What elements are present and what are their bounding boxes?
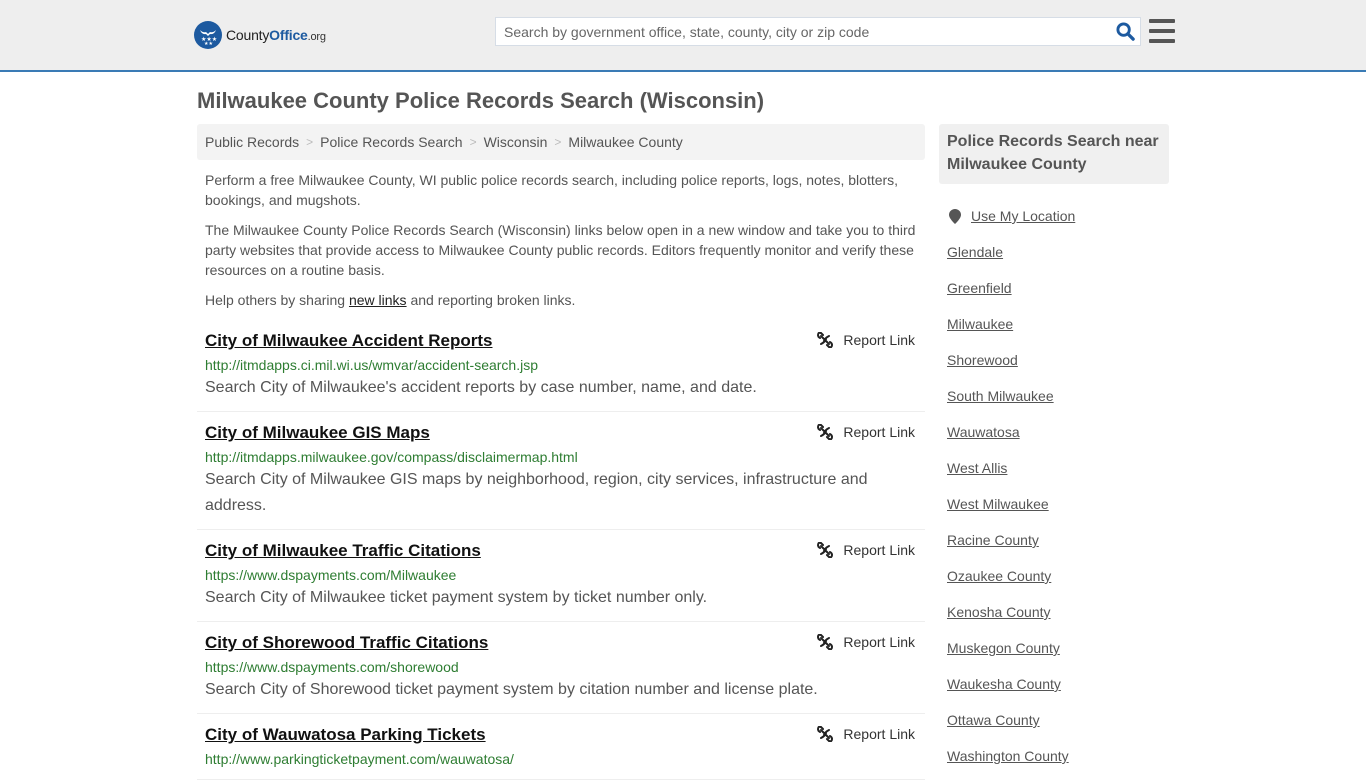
sidebar-item-glendale: Glendale [947, 234, 1169, 270]
result-item-city-of-milwaukee-gis-maps: City of Milwaukee GIS Maps Report Link htt… [197, 412, 925, 530]
result-url-link[interactable]: http://itmdapps.ci.mil.wi.us/wmvar/accid… [205, 355, 917, 375]
sidebar-link[interactable]: Washington County [947, 748, 1069, 764]
site-header: ★★★ ★★ CountyOffice.org [0, 0, 1366, 72]
result-item-city-of-milwaukee-accident-reports: City of Milwaukee Accident Reports Report… [197, 320, 925, 412]
hamburger-menu-icon-bar [1149, 39, 1175, 43]
sidebar-item-ottawa-county: Ottawa County [947, 702, 1169, 738]
sidebar-link[interactable]: Ozaukee County [947, 568, 1051, 584]
sidebar-link[interactable]: West Milwaukee [947, 496, 1049, 512]
broken-link-icon [817, 424, 834, 440]
sidebar: Police Records Search near Milwaukee Cou… [939, 124, 1169, 774]
sidebar-link[interactable]: Muskegon County [947, 640, 1060, 656]
sidebar-links: Use My Location Glendale Greenfield Milwau… [939, 198, 1169, 774]
intro-paragraph: Help others by sharing new links and rep… [205, 292, 576, 308]
sidebar-item-greenfield: Greenfield [947, 270, 1169, 306]
result-title-link[interactable]: City of Milwaukee GIS Maps [205, 422, 430, 443]
page-title: Milwaukee County Police Records Search (… [197, 88, 765, 113]
result-url-link[interactable]: https://www.dspayments.com/Milwaukee [205, 565, 917, 585]
sidebar-link[interactable]: South Milwaukee [947, 388, 1054, 404]
logo-text: CountyOffice.org [226, 27, 326, 43]
breadcrumb-item-milwaukee-county[interactable]: Milwaukee County [568, 134, 682, 150]
search-bar [495, 17, 1141, 46]
result-title-link[interactable]: City of Shorewood Traffic Citations [205, 632, 488, 653]
report-link-button[interactable]: Report Link [817, 726, 915, 742]
sidebar-link[interactable]: Glendale [947, 244, 1003, 260]
eagle-stars-logo-icon: ★★★ ★★ [194, 21, 222, 49]
breadcrumb-item-public-records[interactable]: Public Records [205, 134, 299, 150]
hamburger-menu-icon-bar [1149, 29, 1175, 33]
result-item-city-of-milwaukee-traffic-citations: City of Milwaukee Traffic Citations Repor… [197, 530, 925, 622]
result-description: Search City of Shorewood ticket payment … [205, 681, 818, 698]
sidebar-link[interactable]: Kenosha County [947, 604, 1051, 620]
breadcrumb-item-police-records-search[interactable]: Police Records Search [320, 134, 462, 150]
sidebar-item-wauwatosa: Wauwatosa [947, 414, 1169, 450]
sidebar-link[interactable]: Racine County [947, 532, 1039, 548]
sidebar-item-ozaukee-county: Ozaukee County [947, 558, 1169, 594]
sidebar-item-use-location: Use My Location [947, 198, 1169, 234]
broken-link-icon [817, 542, 834, 558]
sidebar-item-milwaukee: Milwaukee [947, 306, 1169, 342]
breadcrumb-separator: > [469, 135, 477, 149]
sidebar-link[interactable]: Waukesha County [947, 676, 1061, 692]
sidebar-link[interactable]: Ottawa County [947, 712, 1040, 728]
search-button[interactable] [1110, 18, 1140, 45]
result-description: Search City of Milwaukee GIS maps by nei… [205, 471, 868, 514]
sidebar-link[interactable]: Greenfield [947, 280, 1012, 296]
results-list: City of Milwaukee Accident Reports Report… [197, 320, 925, 780]
report-link-button[interactable]: Report Link [817, 634, 915, 650]
map-pin-icon [949, 208, 961, 224]
use-my-location-link[interactable]: Use My Location [971, 208, 1075, 224]
sidebar-item-south-milwaukee: South Milwaukee [947, 378, 1169, 414]
sidebar-item-racine-county: Racine County [947, 522, 1169, 558]
hamburger-menu-icon-bar [1149, 19, 1175, 23]
sidebar-item-waukesha-county: Waukesha County [947, 666, 1169, 702]
sidebar-heading: Police Records Search near Milwaukee Cou… [939, 124, 1169, 184]
result-url-link[interactable]: http://itmdapps.milwaukee.gov/compass/di… [205, 447, 917, 467]
result-url-link[interactable]: https://www.dspayments.com/shorewood [205, 657, 917, 677]
sidebar-link[interactable]: Shorewood [947, 352, 1018, 368]
report-link-label: Report Link [843, 332, 915, 348]
search-input[interactable] [496, 18, 1110, 45]
result-title-link[interactable]: City of Milwaukee Accident Reports [205, 330, 492, 351]
sidebar-item-muskegon-county: Muskegon County [947, 630, 1169, 666]
report-link-label: Report Link [843, 542, 915, 558]
result-url-link[interactable]: http://www.parkingticketpayment.com/wauw… [205, 749, 917, 769]
report-link-button[interactable]: Report Link [817, 424, 915, 440]
sidebar-item-washington-county: Washington County [947, 738, 1169, 774]
breadcrumb-item-wisconsin[interactable]: Wisconsin [484, 134, 548, 150]
search-icon [1115, 22, 1135, 41]
sidebar-item-west-allis: West Allis [947, 450, 1169, 486]
result-title-link[interactable]: City of Wauwatosa Parking Tickets [205, 724, 486, 745]
intro-paragraph: The Milwaukee County Police Records Sear… [205, 222, 916, 278]
intro-paragraph: Perform a free Milwaukee County, WI publ… [205, 172, 899, 208]
breadcrumb-separator: > [306, 135, 314, 149]
hamburger-menu-button[interactable] [1149, 19, 1175, 43]
result-description: Search City of Milwaukee ticket payment … [205, 589, 708, 606]
site-logo[interactable]: ★★★ ★★ CountyOffice.org [194, 21, 326, 49]
result-item-city-of-shorewood-traffic-citations: City of Shorewood Traffic Citations Repor… [197, 622, 925, 714]
svg-text:★★: ★★ [204, 41, 213, 46]
intro-text: Perform a free Milwaukee County, WI publ… [205, 170, 920, 320]
broken-link-icon [817, 634, 834, 650]
report-link-label: Report Link [843, 726, 915, 742]
report-link-label: Report Link [843, 634, 915, 650]
sidebar-link[interactable]: Milwaukee [947, 316, 1013, 332]
broken-link-icon [817, 726, 834, 742]
breadcrumb-separator: > [554, 135, 562, 149]
result-title-link[interactable]: City of Milwaukee Traffic Citations [205, 540, 481, 561]
report-link-button[interactable]: Report Link [817, 332, 915, 348]
result-description: Search City of Milwaukee's accident repo… [205, 379, 757, 396]
result-item-city-of-wauwatosa-parking-tickets: City of Wauwatosa Parking Tickets Report … [197, 714, 925, 780]
sidebar-item-west-milwaukee: West Milwaukee [947, 486, 1169, 522]
report-link-label: Report Link [843, 424, 915, 440]
sidebar-item-kenosha-county: Kenosha County [947, 594, 1169, 630]
broken-link-icon [817, 332, 834, 348]
breadcrumb: Public Records > Police Records Search >… [197, 124, 925, 160]
sidebar-link[interactable]: Wauwatosa [947, 424, 1020, 440]
report-link-button[interactable]: Report Link [817, 542, 915, 558]
new-links-link[interactable]: new links [349, 292, 407, 308]
sidebar-item-shorewood: Shorewood [947, 342, 1169, 378]
sidebar-link[interactable]: West Allis [947, 460, 1007, 476]
